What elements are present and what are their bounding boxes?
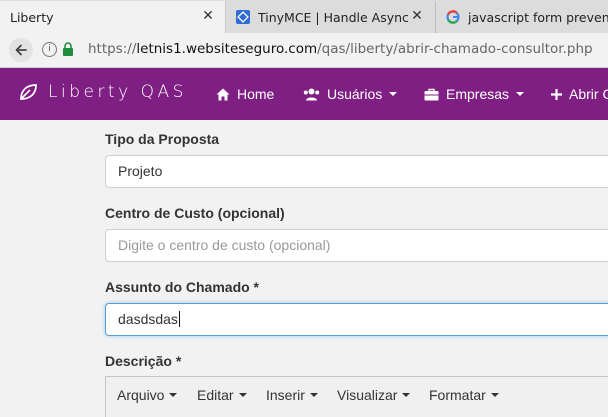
plus-icon bbox=[551, 88, 562, 100]
nav-usuarios[interactable]: Usuários bbox=[303, 86, 398, 102]
brand-name: Liberty QAS bbox=[48, 82, 187, 102]
chevron-down-icon bbox=[169, 393, 178, 397]
address-toolbar: i https://letnis1.websiteseguro.com/qas/… bbox=[0, 33, 608, 68]
editor-menubar: Arquivo Editar Inserir Visualizar Format… bbox=[105, 376, 608, 417]
menu-label: Formatar bbox=[429, 387, 486, 403]
tipo-proposta-select[interactable]: Projeto bbox=[105, 155, 608, 188]
assunto-input[interactable]: dasdsdas bbox=[105, 303, 608, 336]
tab-title: TinyMCE | Handle Async Im bbox=[258, 9, 408, 25]
lock-icon[interactable] bbox=[62, 42, 74, 56]
centro-custo-input[interactable]: Digite o centro de custo (opcional) bbox=[105, 229, 608, 262]
url-domain: letnis1.websiteseguro.com bbox=[136, 41, 318, 57]
users-icon bbox=[303, 88, 320, 101]
chevron-down-icon bbox=[238, 393, 247, 397]
tab-title: Liberty bbox=[10, 9, 54, 25]
form-area: Tipo da Proposta Projeto Centro de Custo… bbox=[0, 120, 608, 417]
menu-inserir[interactable]: Inserir bbox=[266, 387, 318, 403]
text-cursor bbox=[178, 311, 180, 327]
brand[interactable]: Liberty QAS bbox=[18, 82, 187, 102]
close-icon[interactable]: ✕ bbox=[201, 9, 215, 23]
menu-label: Arquivo bbox=[117, 387, 165, 403]
info-icon[interactable]: i bbox=[42, 42, 57, 57]
assunto-label: Assunto do Chamado * bbox=[105, 279, 260, 295]
url-scheme: https:// bbox=[88, 41, 137, 57]
close-icon[interactable]: ✕ bbox=[410, 9, 424, 23]
menu-visualizar[interactable]: Visualizar bbox=[337, 387, 411, 403]
top-navbar: Liberty QAS Home Usuários Empresas Abrir… bbox=[0, 68, 608, 120]
leaf-logo-icon bbox=[20, 84, 37, 100]
nav-empresas[interactable]: Empresas bbox=[424, 86, 525, 102]
tinymce-favicon-icon bbox=[236, 10, 250, 24]
home-icon bbox=[216, 88, 230, 101]
tab-tinymce[interactable]: TinyMCE | Handle Async Im ✕ bbox=[226, 1, 436, 33]
menu-arquivo[interactable]: Arquivo bbox=[117, 387, 178, 403]
browser-tab-strip: Liberty ✕ TinyMCE | Handle Async Im ✕ ja… bbox=[0, 0, 608, 33]
tipo-proposta-label: Tipo da Proposta bbox=[105, 131, 220, 147]
chevron-down-icon bbox=[402, 393, 411, 397]
nav-usuarios-label: Usuários bbox=[327, 86, 383, 102]
menu-editar[interactable]: Editar bbox=[197, 387, 247, 403]
menu-label: Editar bbox=[197, 387, 234, 403]
nav-home[interactable]: Home bbox=[216, 86, 274, 102]
chevron-down-icon bbox=[309, 393, 318, 397]
tab-google[interactable]: javascript form prevent defa bbox=[436, 1, 608, 33]
tab-title: javascript form prevent defa bbox=[468, 9, 608, 25]
url-field[interactable]: https://letnis1.websiteseguro.com/qas/li… bbox=[88, 41, 593, 57]
descricao-label: Descrição * bbox=[105, 353, 182, 369]
google-favicon-icon bbox=[446, 10, 460, 24]
menu-formatar[interactable]: Formatar bbox=[429, 387, 499, 403]
chevron-down-icon bbox=[490, 393, 499, 397]
arrow-left-icon bbox=[15, 44, 27, 56]
nav-home-label: Home bbox=[237, 86, 275, 102]
nav-abrir-chamado[interactable]: Abrir C bbox=[551, 86, 608, 102]
chevron-down-icon bbox=[389, 92, 398, 96]
menu-label: Inserir bbox=[266, 387, 305, 403]
chevron-down-icon bbox=[516, 92, 525, 96]
back-button[interactable] bbox=[9, 38, 33, 62]
centro-custo-label: Centro de Custo (opcional) bbox=[105, 205, 285, 221]
url-path: /qas/liberty/abrir-chamado-consultor.php bbox=[317, 41, 593, 57]
briefcase-icon bbox=[424, 88, 439, 101]
tab-liberty[interactable]: Liberty ✕ bbox=[0, 1, 226, 33]
assunto-value: dasdsdas bbox=[118, 311, 178, 327]
nav-empresas-label: Empresas bbox=[446, 86, 510, 102]
nav-abrir-label: Abrir C bbox=[569, 86, 608, 102]
menu-label: Visualizar bbox=[337, 387, 398, 403]
